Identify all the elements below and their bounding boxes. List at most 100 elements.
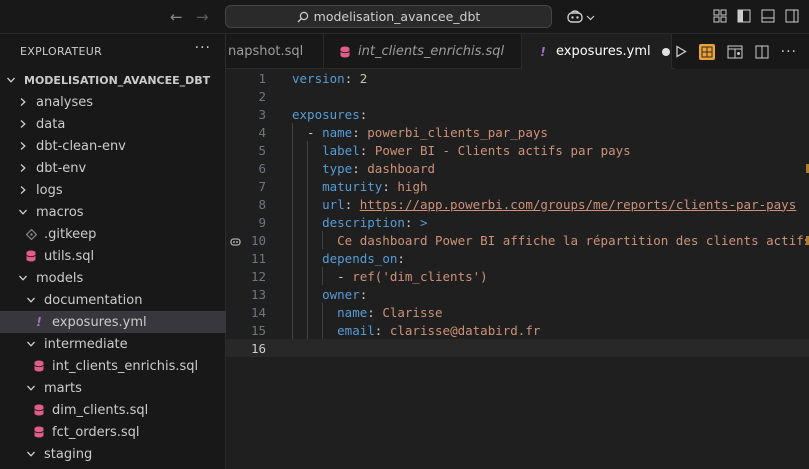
yaml-punct xyxy=(292,179,322,194)
split-editor-icon[interactable] xyxy=(755,45,769,59)
database-icon xyxy=(24,250,38,262)
chevron-right-icon xyxy=(16,163,30,173)
code-text: - ref('dim_clients') xyxy=(292,269,488,284)
explorer-title: EXPLORATEUR xyxy=(20,45,103,58)
run-icon[interactable] xyxy=(675,45,687,58)
line-number: 2 xyxy=(258,88,266,104)
tree-folder[interactable]: dbt-env xyxy=(0,157,226,179)
open-preview-icon[interactable] xyxy=(727,45,743,59)
workspace-root[interactable]: MODELISATION_AVANCEE_DBT xyxy=(0,69,226,91)
tab-label: exposures.yml xyxy=(556,44,651,59)
yaml-key: name xyxy=(322,124,353,140)
code-text: description: > xyxy=(292,214,428,230)
editor-actions: ··· xyxy=(674,34,809,69)
tree-file[interactable]: int_clients_enrichis.sql xyxy=(0,355,226,377)
tree-folder[interactable]: macros xyxy=(0,201,226,223)
yaml-key: type xyxy=(322,160,353,176)
tree-folder[interactable]: intermediate xyxy=(0,333,226,355)
tree-item-label: macros xyxy=(36,204,84,220)
yaml-punct: : xyxy=(344,70,360,86)
yaml-punct: : xyxy=(359,106,368,122)
line-number: 3 xyxy=(258,106,266,122)
unsaved-dot-icon[interactable] xyxy=(661,47,670,56)
chevron-down-icon xyxy=(16,207,30,217)
tree-file[interactable]: utils.sql xyxy=(0,245,226,267)
tree-folder[interactable]: dbt-clean-env xyxy=(0,135,226,157)
tree-file[interactable]: fct_orders.sql xyxy=(0,421,226,443)
yaml-value: Ce dashboard Power BI affiche la réparti… xyxy=(337,232,809,248)
yaml-punct: : xyxy=(382,178,398,194)
chevron-down-icon xyxy=(16,273,30,283)
chevron-down-icon xyxy=(586,15,595,20)
tree-item-label: analyses xyxy=(36,94,94,110)
code-line: 9 description: > xyxy=(226,213,809,231)
code-line: 16 xyxy=(226,339,809,357)
code-editor[interactable]: 1 version: 2 2 3 exposures: 4 - name: powerbi… xyxy=(226,69,809,469)
toggle-secondary-sidebar-icon[interactable] xyxy=(785,9,799,23)
line-number: 6 xyxy=(258,160,266,176)
toggle-panel-icon[interactable] xyxy=(761,9,775,23)
yaml-punct: : xyxy=(352,160,368,176)
tree-folder[interactable]: documentation xyxy=(0,289,226,311)
tree-folder[interactable]: data xyxy=(0,113,226,135)
tab-int-clients-enrichis[interactable]: int_clients_enrichis.sql xyxy=(324,34,522,69)
line-number: 5 xyxy=(258,142,266,158)
line-number: 9 xyxy=(258,214,266,230)
line-number: 14 xyxy=(250,304,266,320)
more-editor-actions-icon[interactable]: ··· xyxy=(781,44,797,60)
chevron-down-icon xyxy=(24,295,38,305)
tree-file[interactable]: dim_clients.sql xyxy=(0,399,226,421)
toggle-primary-sidebar-icon[interactable] xyxy=(737,9,751,23)
yaml-value: powerbi_clients_par_pays xyxy=(367,124,548,140)
tree-folder[interactable]: staging xyxy=(0,443,226,465)
tree-item-label: int_clients_enrichis.sql xyxy=(52,358,199,374)
tab-snapshot[interactable]: napshot.sql xyxy=(226,34,324,69)
command-center-search[interactable]: modelisation_avancee_dbt xyxy=(225,5,552,28)
yaml-punct xyxy=(292,215,322,230)
copilot-menu[interactable] xyxy=(566,9,595,25)
file-tree: analyses data dbt-clean-env dbt-env logs macr… xyxy=(0,91,226,465)
chevron-down-icon xyxy=(4,75,18,85)
customize-layout-icon[interactable] xyxy=(713,9,727,23)
chevron-right-icon xyxy=(16,119,30,129)
code-text: Ce dashboard Power BI affiche la réparti… xyxy=(292,233,809,248)
tree-folder[interactable]: logs xyxy=(0,179,226,201)
yaml-punct xyxy=(292,251,322,266)
more-actions-icon[interactable]: ··· xyxy=(195,40,211,56)
tree-folder[interactable]: analyses xyxy=(0,91,226,113)
line-number: 8 xyxy=(258,196,266,212)
line-number: 1 xyxy=(258,70,266,86)
chevron-down-icon xyxy=(24,383,38,393)
chevron-right-icon xyxy=(16,97,30,107)
copilot-gutter-icon[interactable] xyxy=(230,235,241,250)
yaml-punct: : xyxy=(352,124,368,140)
tree-item-label: dbt-env xyxy=(36,160,87,176)
line-number: 13 xyxy=(250,286,266,302)
yaml-value: dashboard xyxy=(367,160,436,176)
back-arrow-icon[interactable]: ← xyxy=(170,8,183,26)
spreadsheet-preview-icon[interactable] xyxy=(698,43,715,60)
tree-file[interactable]: ! exposures.yml xyxy=(0,311,226,333)
yaml-value: ref('dim_clients') xyxy=(352,268,488,284)
yaml-punct xyxy=(292,161,322,176)
code-text: depends_on: xyxy=(292,251,405,266)
tab-label: napshot.sql xyxy=(228,44,304,59)
tab-exposures[interactable]: ! exposures.yml xyxy=(522,34,672,69)
forward-arrow-icon[interactable]: → xyxy=(196,8,209,26)
tab-label: int_clients_enrichis.sql xyxy=(358,44,505,59)
url-link[interactable]: https://app.powerbi.com/groups/me/report… xyxy=(360,197,797,212)
yaml-value: Power BI - Clients actifs par pays xyxy=(374,142,631,158)
tree-file[interactable]: .gitkeep xyxy=(0,223,226,245)
code-text: owner: xyxy=(292,287,367,302)
tree-folder[interactable]: models xyxy=(0,267,226,289)
tree-folder[interactable]: marts xyxy=(0,377,226,399)
code-line: 4 - name: powerbi_clients_par_pays xyxy=(226,123,809,141)
chevron-right-icon xyxy=(16,185,30,195)
copilot-icon xyxy=(567,10,583,23)
chevron-down-icon xyxy=(24,449,38,459)
tree-item-label: dim_clients.sql xyxy=(52,402,149,418)
explorer-sidebar: EXPLORATEUR ··· MODELISATION_AVANCEE_DBT… xyxy=(0,34,226,469)
yaml-punct: : xyxy=(359,286,368,302)
tree-item-label: models xyxy=(36,270,84,286)
yaml-key: > xyxy=(419,214,428,230)
